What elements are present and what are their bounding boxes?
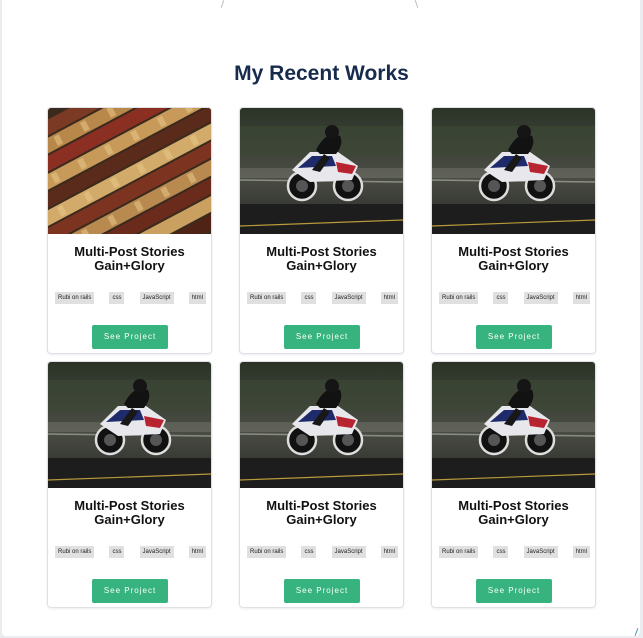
tag: css — [109, 292, 125, 304]
tag: Rubi on rails — [247, 292, 287, 304]
project-title: Multi-Post Stories Gain+Glory — [74, 244, 185, 273]
tag: html — [380, 292, 398, 304]
see-project-button[interactable]: See Project — [284, 325, 360, 349]
tag: css — [493, 292, 509, 304]
project-title: Multi-Post Stories Gain+Glory — [458, 244, 569, 273]
project-image-motorcycle — [432, 362, 595, 488]
decorative-line — [414, 0, 419, 8]
tag-list: Rubi on rails css JavaScript html — [247, 292, 398, 304]
project-card: Multi-Post Stories Gain+Glory Rubi on rai… — [47, 361, 212, 608]
tag: html — [572, 546, 590, 558]
project-title: Multi-Post Stories Gain+Glory — [266, 498, 377, 527]
project-image-motorcycle — [240, 108, 403, 234]
tag-list: Rubi on rails css JavaScript html — [439, 292, 590, 304]
project-title: Multi-Post Stories Gain+Glory — [74, 498, 185, 527]
project-card: Multi-Post Stories Gain+Glory Rubi on rai… — [431, 361, 596, 608]
project-image-motorcycle — [432, 108, 595, 234]
tag: html — [188, 292, 206, 304]
tag: Rubi on rails — [247, 546, 287, 558]
tag-list: Rubi on rails css JavaScript html — [247, 546, 398, 558]
project-card: Multi-Post Stories Gain+Glory Rubi on rai… — [239, 107, 404, 354]
project-card: Multi-Post Stories Gain+Glory Rubi on rai… — [431, 107, 596, 354]
tag: css — [301, 292, 317, 304]
tag: JavaScript — [523, 546, 558, 558]
project-card: Multi-Post Stories Gain+Glory Rubi on rai… — [239, 361, 404, 608]
tag: html — [380, 546, 398, 558]
tag-list: Rubi on rails css JavaScript html — [55, 292, 206, 304]
section-title: My Recent Works — [234, 62, 409, 85]
tag-list: Rubi on rails css JavaScript html — [439, 546, 590, 558]
tag: css — [301, 546, 317, 558]
see-project-button[interactable]: See Project — [476, 579, 552, 603]
see-project-button[interactable]: See Project — [284, 579, 360, 603]
see-project-button[interactable]: See Project — [92, 325, 168, 349]
tag-list: Rubi on rails css JavaScript html — [55, 546, 206, 558]
tag: JavaScript — [331, 546, 366, 558]
tag: css — [493, 546, 509, 558]
project-image-motorcycle — [48, 362, 211, 488]
project-title: Multi-Post Stories Gain+Glory — [266, 244, 377, 273]
see-project-button[interactable]: See Project — [476, 325, 552, 349]
tag: Rubi on rails — [55, 292, 95, 304]
project-image-motorcycle — [240, 362, 403, 488]
tag: Rubi on rails — [439, 546, 479, 558]
see-project-button[interactable]: See Project — [92, 579, 168, 603]
tag: JavaScript — [331, 292, 366, 304]
project-title: Multi-Post Stories Gain+Glory — [458, 498, 569, 527]
tag: css — [109, 546, 125, 558]
tag: Rubi on rails — [55, 546, 95, 558]
tag: html — [572, 292, 590, 304]
decorative-line — [220, 0, 225, 8]
tag: JavaScript — [523, 292, 558, 304]
tag: JavaScript — [139, 546, 174, 558]
tag: JavaScript — [139, 292, 174, 304]
tag: Rubi on rails — [439, 292, 479, 304]
tag: html — [188, 546, 206, 558]
project-image-books — [48, 108, 211, 234]
project-card: Multi-Post Stories Gain+Glory Rubi on rai… — [47, 107, 212, 354]
